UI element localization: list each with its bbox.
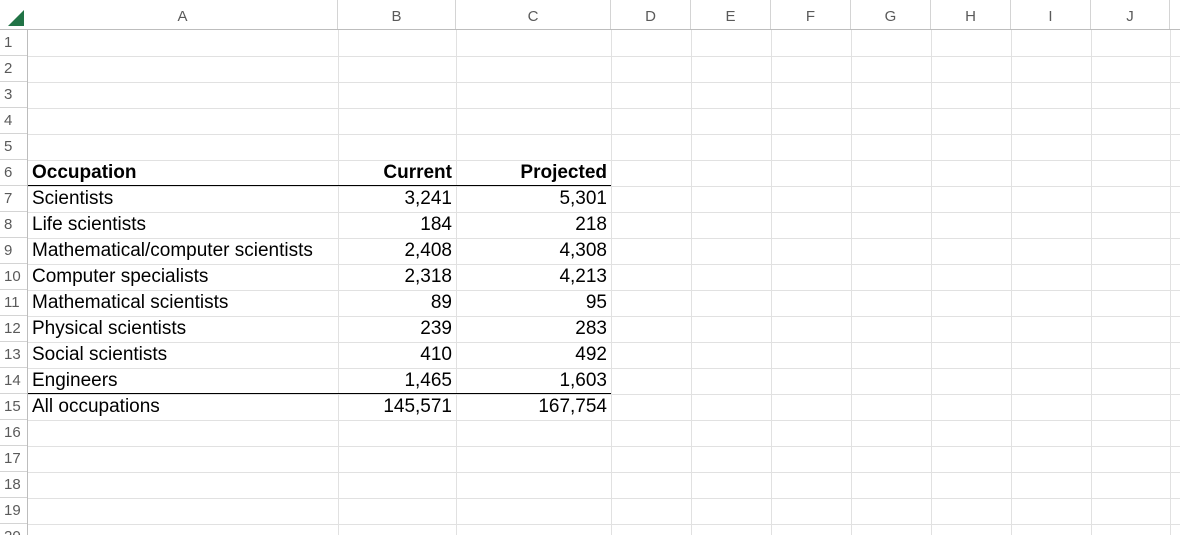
cell-occupation[interactable]: Social scientists [28,342,338,368]
cell-occupation[interactable]: Engineers [28,368,338,394]
row-header-7[interactable]: 7 [0,186,27,212]
gridline-horizontal [28,134,1180,135]
cell-current[interactable]: 2,408 [338,238,456,264]
row-header-11[interactable]: 11 [0,290,27,316]
cell-occupation[interactable]: Mathematical scientists [28,290,338,316]
cell-current[interactable]: 410 [338,342,456,368]
gridline-horizontal [28,524,1180,525]
row-header-9[interactable]: 9 [0,238,27,264]
row-header-3[interactable]: 3 [0,82,27,108]
spreadsheet-grid[interactable]: Occupation Current Projected Scientists 3,24… [0,0,1180,535]
row-header-20[interactable]: 20 [0,524,27,535]
column-header-h[interactable]: H [931,0,1011,29]
header-bottom-border [28,185,611,186]
cell-current[interactable]: 1,465 [338,368,456,394]
column-header-a[interactable]: A [28,0,338,29]
cell-current[interactable]: 2,318 [338,264,456,290]
gridline-vertical [771,30,772,535]
row-header-18[interactable]: 18 [0,472,27,498]
row-header-8[interactable]: 8 [0,212,27,238]
row-header-6[interactable]: 6 [0,160,27,186]
row-header-4[interactable]: 4 [0,108,27,134]
cell-projected[interactable]: 492 [456,342,611,368]
gridline-horizontal [28,472,1180,473]
header-current[interactable]: Current [338,160,456,186]
cell-occupation[interactable]: Computer specialists [28,264,338,290]
gridline-horizontal [28,420,1180,421]
column-header-j[interactable]: J [1091,0,1170,29]
select-all-triangle-icon [8,10,24,26]
column-header-divider [0,29,1180,30]
cell-occupation[interactable]: Mathematical/computer scientists [28,238,338,264]
row-header-15[interactable]: 15 [0,394,27,420]
row-header-19[interactable]: 19 [0,498,27,524]
column-header-e[interactable]: E [691,0,771,29]
cell-projected[interactable]: 167,754 [456,394,611,420]
cell-projected[interactable]: 5,301 [456,186,611,212]
cell-projected[interactable]: 4,213 [456,264,611,290]
column-header-g[interactable]: G [851,0,931,29]
row-header-14[interactable]: 14 [0,368,27,394]
select-all-button[interactable] [0,0,27,29]
cell-occupation[interactable]: Life scientists [28,212,338,238]
row-header-bar: 1234567891011121314151617181920 [0,30,28,535]
cell-projected[interactable]: 283 [456,316,611,342]
column-header-i[interactable]: I [1011,0,1091,29]
gridline-horizontal [28,498,1180,499]
gridline-vertical [1011,30,1012,535]
gridline-vertical [1170,30,1171,535]
gridline-vertical [931,30,932,535]
cell-projected[interactable]: 1,603 [456,368,611,394]
gridline-vertical [611,30,612,535]
row-header-10[interactable]: 10 [0,264,27,290]
header-occupation[interactable]: Occupation [28,160,338,186]
row-header-13[interactable]: 13 [0,342,27,368]
gridline-vertical [691,30,692,535]
row-header-12[interactable]: 12 [0,316,27,342]
gridline-horizontal [28,82,1180,83]
gridline-horizontal [28,446,1180,447]
row-header-17[interactable]: 17 [0,446,27,472]
row-header-5[interactable]: 5 [0,134,27,160]
row-header-16[interactable]: 16 [0,420,27,446]
column-header-bar: ABCDEFGHIJ [0,0,1180,30]
cell-occupation[interactable]: Scientists [28,186,338,212]
cell-projected[interactable]: 4,308 [456,238,611,264]
column-header-c[interactable]: C [456,0,611,29]
cell-current[interactable]: 145,571 [338,394,456,420]
gridline-vertical [1091,30,1092,535]
gridline-vertical [851,30,852,535]
gridline-horizontal [28,56,1180,57]
row-header-2[interactable]: 2 [0,56,27,82]
gridline-horizontal [28,108,1180,109]
cell-occupation[interactable]: Physical scientists [28,316,338,342]
column-header-b[interactable]: B [338,0,456,29]
cell-current[interactable]: 3,241 [338,186,456,212]
cell-current[interactable]: 239 [338,316,456,342]
cell-projected[interactable]: 218 [456,212,611,238]
row-header-divider [27,30,28,535]
column-header-f[interactable]: F [771,0,851,29]
total-top-border [28,393,611,394]
header-projected[interactable]: Projected [456,160,611,186]
cell-projected[interactable]: 95 [456,290,611,316]
cell-current[interactable]: 184 [338,212,456,238]
cell-current[interactable]: 89 [338,290,456,316]
row-header-1[interactable]: 1 [0,30,27,56]
cell-occupation[interactable]: All occupations [28,394,338,420]
column-header-d[interactable]: D [611,0,691,29]
